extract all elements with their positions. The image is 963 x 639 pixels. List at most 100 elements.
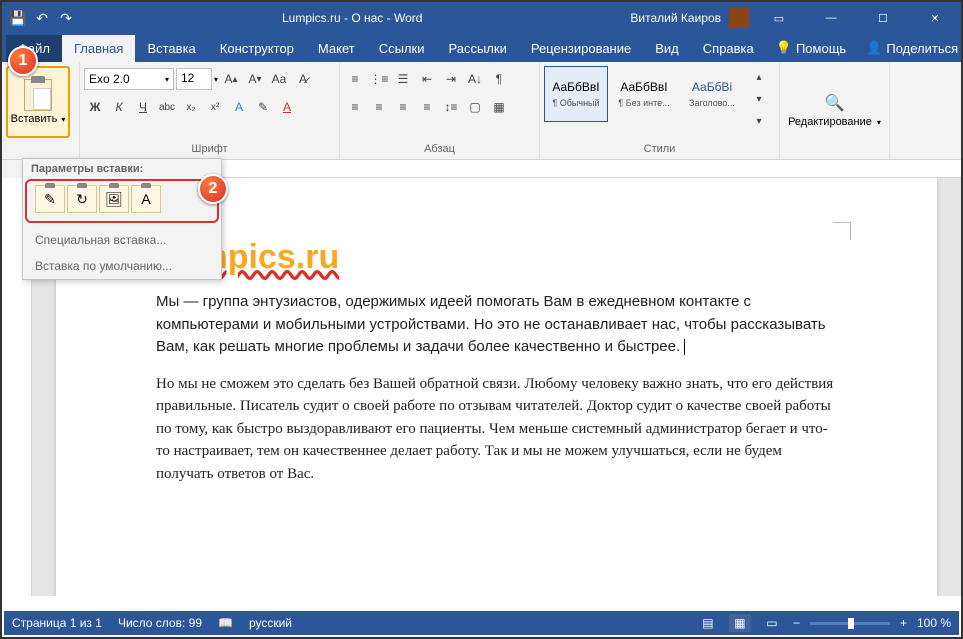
status-page[interactable]: Страница 1 из 1	[12, 616, 102, 630]
share-button[interactable]: 👤Поделиться	[856, 34, 963, 62]
status-language[interactable]: русский	[249, 616, 292, 630]
status-bar: Страница 1 из 1 Число слов: 99 📖 русский…	[4, 611, 959, 635]
tab-layout[interactable]: Макет	[306, 35, 367, 62]
group-label: Стили	[544, 141, 775, 157]
styles-down-icon[interactable]: ▾	[748, 88, 770, 110]
paste-button[interactable]: Вставить	[6, 66, 70, 138]
paste-default-item[interactable]: Вставка по умолчанию...	[23, 253, 221, 279]
paste-dropdown-menu: Параметры вставки: ✎ ↻ 🖼 A Специальная в…	[22, 158, 222, 280]
subscript-icon[interactable]: x₂	[180, 96, 202, 118]
undo-icon[interactable]: ↶	[34, 10, 50, 26]
share-icon: 👤	[866, 40, 882, 56]
text-effects-icon[interactable]: A	[228, 96, 250, 118]
text-cursor	[684, 339, 685, 355]
view-web-icon[interactable]: ▭	[761, 614, 783, 632]
font-size-combo[interactable]: 12	[176, 68, 212, 90]
tab-insert[interactable]: Вставка	[135, 35, 207, 62]
styles-up-icon[interactable]: ▴	[748, 66, 770, 88]
redo-icon[interactable]: ↷	[58, 10, 74, 26]
tab-mailings[interactable]: Рассылки	[436, 35, 518, 62]
clipboard-icon	[24, 79, 52, 111]
underline-icon[interactable]: Ч	[132, 96, 154, 118]
align-left-icon[interactable]: ≡	[344, 96, 366, 118]
group-label	[6, 153, 75, 157]
callout-badge-2: 2	[198, 174, 228, 204]
callout-badge-1: 1	[8, 46, 38, 76]
font-name-combo[interactable]: Exo 2.0▾	[84, 68, 174, 90]
increase-indent-icon[interactable]: ⇥	[440, 68, 462, 90]
save-icon[interactable]: 💾	[10, 10, 26, 26]
decrease-font-icon[interactable]: A▾	[244, 68, 266, 90]
find-icon[interactable]: 🔍	[824, 92, 846, 114]
numbering-icon[interactable]: ⋮≡	[368, 68, 390, 90]
paste-options-header: Параметры вставки:	[23, 159, 221, 179]
zoom-in-icon[interactable]: +	[900, 616, 907, 630]
font-color-icon[interactable]: A	[276, 96, 298, 118]
line-spacing-icon[interactable]: ↕≡	[440, 96, 462, 118]
tab-references[interactable]: Ссылки	[367, 35, 437, 62]
superscript-icon[interactable]: x²	[204, 96, 226, 118]
window-title: Lumpics.ru - О нас - Word	[74, 11, 630, 25]
paste-picture-icon[interactable]: 🖼	[99, 185, 129, 213]
chevron-down-icon	[59, 113, 65, 125]
bullets-icon[interactable]: ≡	[344, 68, 366, 90]
paste-keep-source-icon[interactable]: ✎	[35, 185, 65, 213]
group-label: Шрифт	[84, 141, 335, 157]
zoom-level[interactable]: 100 %	[917, 616, 951, 630]
strikethrough-icon[interactable]: abc	[156, 96, 178, 118]
paste-merge-icon[interactable]: ↻	[67, 185, 97, 213]
view-print-icon[interactable]: ▦	[729, 614, 751, 632]
doc-paragraph: Но мы не сможем это сделать без Вашей об…	[156, 373, 837, 486]
ribbon-options-icon[interactable]: ▭	[757, 2, 801, 34]
close-button[interactable]: ✕	[913, 2, 957, 34]
tell-me[interactable]: 💡Помощь	[766, 34, 856, 62]
clear-formatting-icon[interactable]: A̷	[292, 68, 314, 90]
styles-group: АаБбВвI ¶ Обычный АаБбВвI ¶ Без инте... …	[540, 62, 780, 159]
status-words[interactable]: Число слов: 99	[118, 616, 202, 630]
paste-text-only-icon[interactable]: A	[131, 185, 161, 213]
paste-options-row: ✎ ↻ 🖼 A	[25, 179, 219, 223]
show-marks-icon[interactable]: ¶	[488, 68, 510, 90]
paragraph-group: ≡ ⋮≡ ☰ ⇤ ⇥ A↓ ¶ ≡ ≡ ≡ ≡ ↕≡ ▢ ▦ Абзац	[340, 62, 540, 159]
avatar[interactable]	[729, 8, 749, 28]
tab-design[interactable]: Конструктор	[208, 35, 306, 62]
borders-icon[interactable]: ▦	[488, 96, 510, 118]
highlight-icon[interactable]: ✎	[252, 96, 274, 118]
tab-view[interactable]: Вид	[643, 35, 691, 62]
status-proofing-icon[interactable]: 📖	[218, 616, 233, 630]
chevron-down-icon	[875, 116, 881, 128]
maximize-button[interactable]: ☐	[861, 2, 905, 34]
bold-icon[interactable]: Ж	[84, 96, 106, 118]
lightbulb-icon: 💡	[776, 40, 792, 56]
decrease-indent-icon[interactable]: ⇤	[416, 68, 438, 90]
editing-group: 🔍 Редактирование	[780, 62, 890, 159]
shading-icon[interactable]: ▢	[464, 96, 486, 118]
change-case-icon[interactable]: Aa	[268, 68, 290, 90]
font-group: Exo 2.0▾ 12 ▾ A▴ A▾ Aa A̷ Ж К Ч abc x₂ x…	[80, 62, 340, 159]
align-right-icon[interactable]: ≡	[392, 96, 414, 118]
tab-review[interactable]: Рецензирование	[519, 35, 643, 62]
minimize-button[interactable]: —	[809, 2, 853, 34]
editing-label[interactable]: Редактирование	[788, 116, 881, 128]
ribbon: Вставить Exo 2.0▾ 12 ▾ A▴ A▾ Aa A̷ Ж К Ч…	[2, 62, 961, 160]
doc-paragraph: Мы — группа энтузиастов, одержимых идеей…	[156, 291, 837, 359]
increase-font-icon[interactable]: A▴	[220, 68, 242, 90]
multilevel-icon[interactable]: ☰	[392, 68, 414, 90]
style-no-spacing[interactable]: АаБбВвI ¶ Без инте...	[612, 66, 676, 122]
view-read-icon[interactable]: ▤	[697, 614, 719, 632]
justify-icon[interactable]: ≡	[416, 96, 438, 118]
group-label	[784, 153, 885, 157]
paste-special-item[interactable]: Специальная вставка...	[23, 227, 221, 253]
styles-more-icon[interactable]: ▾	[748, 110, 770, 132]
style-heading1[interactable]: АаБбВі Заголово...	[680, 66, 744, 122]
tab-home[interactable]: Главная	[62, 35, 135, 62]
sort-icon[interactable]: A↓	[464, 68, 486, 90]
italic-icon[interactable]: К	[108, 96, 130, 118]
user-name[interactable]: Виталий Каиров	[630, 11, 721, 25]
tab-help[interactable]: Справка	[691, 35, 766, 62]
zoom-out-icon[interactable]: −	[793, 616, 800, 630]
align-center-icon[interactable]: ≡	[368, 96, 390, 118]
zoom-slider[interactable]	[810, 622, 890, 625]
title-bar: 💾 ↶ ↷ Lumpics.ru - О нас - Word Виталий …	[2, 2, 961, 34]
style-normal[interactable]: АаБбВвI ¶ Обычный	[544, 66, 608, 122]
